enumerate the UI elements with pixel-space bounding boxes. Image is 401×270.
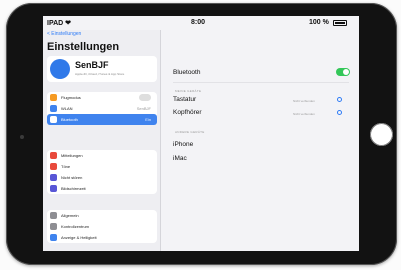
device-name: Tastatur (173, 96, 197, 103)
device-name: iPhone (173, 141, 194, 148)
display-icon (50, 234, 57, 241)
bluetooth-state: Ein (145, 117, 151, 122)
my-devices-header: MEINE GERÄTE (175, 89, 202, 93)
sidebar-item-label: Flugmodus (61, 95, 81, 100)
settings-group-general: Allgemein Kontrollzentrum Anzeige & Hell… (47, 210, 157, 243)
moon-icon (50, 174, 57, 181)
bluetooth-row-label: Bluetooth (173, 69, 201, 76)
back-link[interactable]: < Einstellungen (47, 31, 81, 37)
sidebar-title: Einstellungen (47, 41, 120, 53)
device-name: iMac (173, 155, 187, 162)
hourglass-icon (50, 185, 57, 192)
airplane-icon (50, 94, 57, 101)
sidebar-item-bluetooth[interactable]: Bluetooth Ein (47, 114, 157, 125)
airplane-mode-toggle[interactable] (139, 94, 151, 101)
sidebar-item-allgemein[interactable]: Allgemein (47, 210, 157, 221)
status-time: 8:00 (191, 19, 206, 26)
apple-id-profile[interactable]: SenBJF Apple-ID, iCloud, iTunes & App St… (47, 56, 157, 82)
device-row-iphone[interactable]: iPhone (173, 141, 349, 148)
device-row-tastatur[interactable]: Tastatur (173, 96, 349, 103)
ipad-device: IPAD ❤ 8:00 100 % < Einstellungen Einste… (6, 3, 397, 265)
info-icon[interactable] (337, 97, 342, 102)
gear-icon (50, 212, 57, 219)
sidebar-item-anzeige[interactable]: Anzeige & Helligkeit (47, 232, 157, 243)
avatar (50, 59, 70, 79)
sidebar-item-label: Anzeige & Helligkeit (61, 235, 97, 240)
notifications-icon (50, 152, 57, 159)
bluetooth-row: Bluetooth (173, 69, 349, 76)
wlan-network-name: SenBJF (136, 106, 151, 111)
device-status: Nicht verbunden (293, 112, 315, 116)
bluetooth-toggle[interactable] (336, 68, 350, 76)
control-center-icon (50, 223, 57, 230)
sidebar-item-kontrollzentrum[interactable]: Kontrollzentrum (47, 221, 157, 232)
sidebar-item-wlan[interactable]: WLAN SenBJF (47, 103, 157, 114)
sidebar-item-label: Kontrollzentrum (61, 224, 90, 229)
home-button[interactable] (370, 123, 393, 146)
sidebar-item-flugmodus[interactable]: Flugmodus (47, 92, 157, 103)
settings-sidebar: < Einstellungen Einstellungen SenBJF App… (43, 30, 161, 251)
front-camera (20, 135, 24, 139)
screen: IPAD ❤ 8:00 100 % < Einstellungen Einste… (43, 16, 359, 251)
sidebar-item-bildschirmzeit[interactable]: Bildschirmzeit (47, 183, 157, 194)
battery-icon (333, 20, 347, 26)
divider (173, 82, 349, 83)
profile-subtitle: Apple-ID, iCloud, iTunes & App Store (75, 72, 125, 76)
sounds-icon (50, 163, 57, 170)
sidebar-item-label: Allgemein (61, 213, 79, 218)
sidebar-item-label: Bluetooth (61, 117, 78, 122)
settings-group-notifications: Mitteilungen Töne Nicht stören Bildschir… (47, 150, 157, 194)
bluetooth-detail-pane: Bluetooth MEINE GERÄTE Tastatur Nicht ve… (161, 30, 359, 251)
device-row-kopfhoerer[interactable]: Kopfhörer (173, 109, 349, 116)
device-name: Kopfhörer (173, 109, 202, 116)
sidebar-item-toene[interactable]: Töne (47, 161, 157, 172)
status-bar: IPAD ❤ 8:00 100 % (43, 16, 359, 30)
sidebar-item-nicht-stoeren[interactable]: Nicht stören (47, 172, 157, 183)
settings-group-connectivity: Flugmodus WLAN SenBJF Bluetooth Ein (47, 92, 157, 125)
other-devices-header: ANDERE GERÄTE (175, 130, 205, 134)
profile-name: SenBJF (75, 60, 109, 70)
status-carrier: IPAD ❤ (47, 20, 72, 27)
status-battery-percent: 100 % (309, 19, 329, 26)
sidebar-item-label: Bildschirmzeit (61, 186, 86, 191)
wifi-icon (50, 105, 57, 112)
bluetooth-icon (50, 116, 57, 123)
sidebar-item-mitteilungen[interactable]: Mitteilungen (47, 150, 157, 161)
sidebar-item-label: Nicht stören (61, 175, 83, 180)
device-row-imac[interactable]: iMac (173, 155, 349, 162)
device-status: Nicht verbunden (293, 99, 315, 103)
sidebar-item-label: Mitteilungen (61, 153, 83, 158)
info-icon[interactable] (337, 110, 342, 115)
sidebar-item-label: Töne (61, 164, 71, 169)
sidebar-item-label: WLAN (61, 106, 73, 111)
